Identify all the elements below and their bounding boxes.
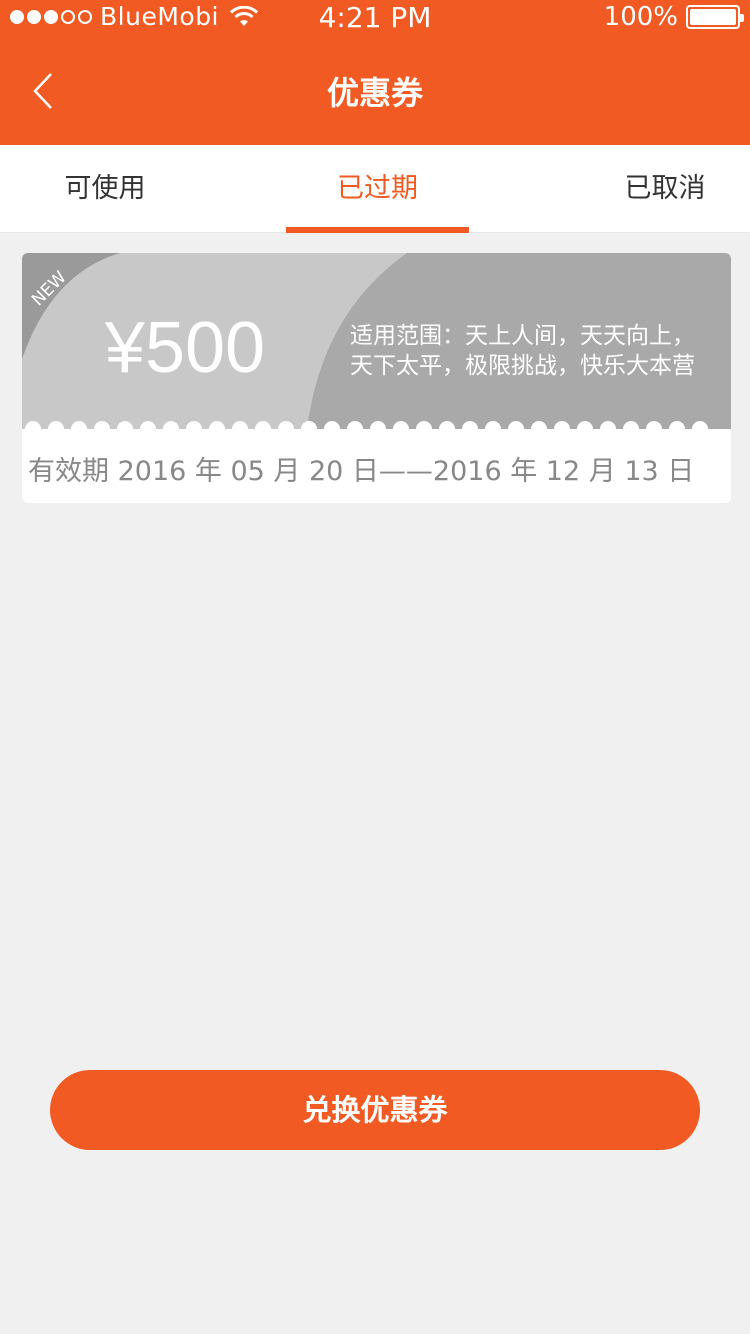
battery-percentage: 100% — [603, 2, 678, 32]
coupon-perforation — [22, 421, 731, 437]
status-right: 100% — [603, 2, 744, 32]
redeem-coupon-button[interactable]: 兑换优惠券 — [50, 1070, 700, 1150]
coupon-scope-line-1: 适用范围：天上人间，天天向上， — [350, 323, 695, 349]
coupon-validity: 有效期 2016 年 05 月 20 日——2016 年 12 月 13 日 — [28, 456, 695, 487]
status-bar: BlueMobi 4:21 PM 100% — [0, 0, 750, 36]
tab-cancelled[interactable]: 已取消 — [590, 145, 740, 233]
nav-bar: 优惠券 — [0, 36, 750, 145]
coupon-scope-line-2: 天下太平，极限挑战，快乐大本营 — [350, 353, 695, 379]
tab-available[interactable]: 可使用 — [30, 145, 180, 233]
coupon-amount: ¥500 — [104, 308, 266, 388]
coupon-scope: 适用范围：天上人间，天天向上， 天下太平，极限挑战，快乐大本营 — [350, 321, 720, 381]
tab-expired[interactable]: 已过期 — [286, 145, 469, 233]
header: BlueMobi 4:21 PM 100% 优惠券 — [0, 0, 750, 145]
coupon-header: NEW ¥500 适用范围：天上人间，天天向上， 天下太平，极限挑战，快乐大本营 — [22, 253, 731, 437]
battery-icon — [686, 5, 744, 29]
coupon-card[interactable]: NEW ¥500 适用范围：天上人间，天天向上， 天下太平，极限挑战，快乐大本营… — [22, 253, 731, 503]
page-title: 优惠券 — [326, 74, 423, 112]
tab-bar: 可使用 已过期 已取消 — [0, 145, 750, 233]
active-tab-indicator — [286, 227, 469, 233]
